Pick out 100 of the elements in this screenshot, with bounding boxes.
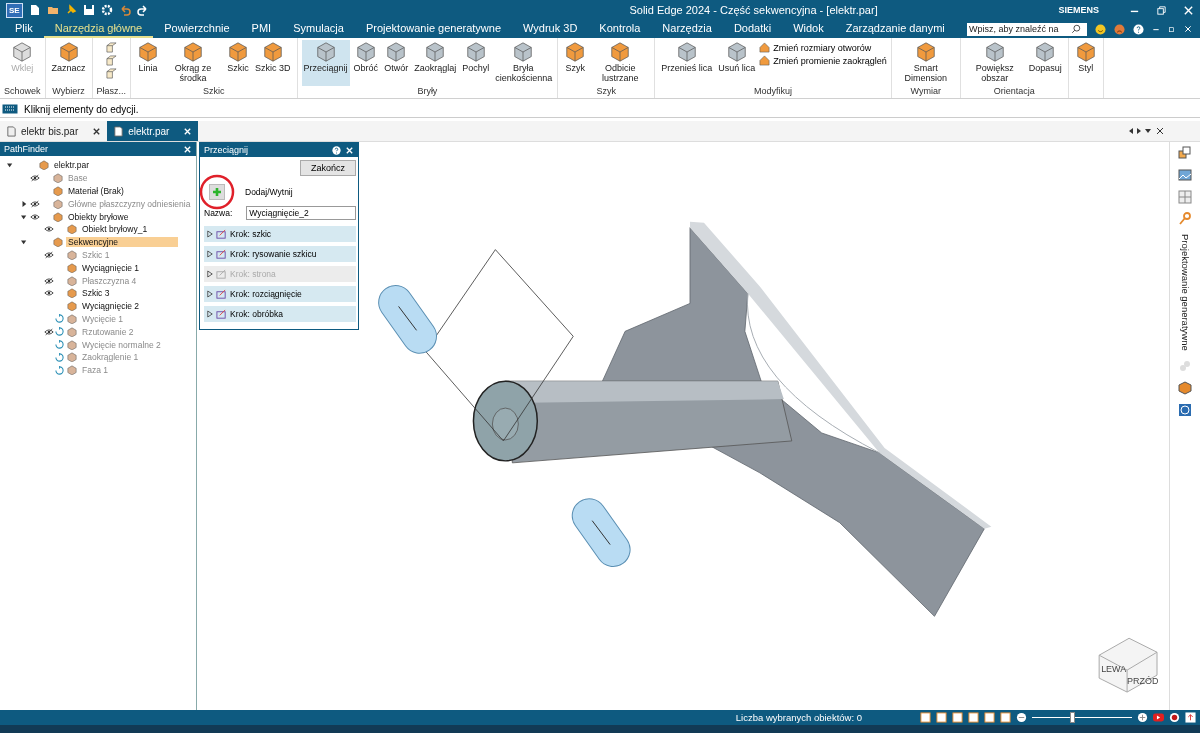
tree-item[interactable]: Szkic 1: [80, 249, 112, 260]
tree-item[interactable]: Główne płaszczyzny odniesienia: [66, 198, 193, 209]
ribbon-command[interactable]: Linia: [135, 40, 162, 86]
key-icon[interactable]: [1178, 212, 1192, 226]
ribbon-command[interactable]: Szkic: [225, 40, 252, 86]
undo-icon[interactable]: [118, 4, 131, 16]
tree-item[interactable]: Materiał (Brak): [66, 186, 126, 196]
expand-arrow-icon[interactable]: [20, 200, 27, 207]
ribbon-command[interactable]: Dopasuj: [1026, 40, 1064, 86]
expand-arrow-icon[interactable]: [6, 162, 13, 169]
record-icon[interactable]: [1169, 712, 1180, 723]
menu-tab[interactable]: Projektowanie generatywne: [354, 20, 513, 38]
ribbon-command[interactable]: Zaokrąglaj: [412, 40, 459, 86]
smiley-icon[interactable]: [1095, 23, 1106, 35]
search-field[interactable]: Wpisz, aby znaleźć na: [967, 22, 1087, 36]
ribbon-command[interactable]: Usuń lica: [716, 40, 758, 86]
view-tool-icon[interactable]: [936, 712, 947, 723]
gear-icon[interactable]: [100, 4, 113, 16]
keyboard-icon[interactable]: [2, 104, 18, 114]
tree-item[interactable]: Obiekt bryłowy_1: [80, 224, 150, 235]
step-row[interactable]: Krok: obróbka: [204, 306, 356, 322]
step-row[interactable]: Krok: szkic: [204, 226, 356, 242]
solid-part-drawing[interactable]: [472, 221, 992, 617]
layers-icon[interactable]: [1178, 146, 1192, 160]
menu-tab[interactable]: Zarządzanie danymi: [834, 20, 956, 38]
new-file-icon[interactable]: [28, 4, 41, 16]
help-icon[interactable]: [1133, 23, 1144, 35]
cube-icon[interactable]: [1178, 380, 1192, 395]
menu-tab[interactable]: Widok: [782, 20, 835, 38]
expand-arrow-icon[interactable]: [20, 213, 27, 220]
redo-icon[interactable]: [136, 4, 149, 16]
tree-item[interactable]: Płaszczyzna 4: [80, 275, 139, 286]
document-tab[interactable]: elektr bis.par: [0, 121, 108, 141]
eye-icon[interactable]: [29, 212, 40, 221]
ribbon-command[interactable]: Odbicie lustrzane: [590, 40, 651, 86]
upload-icon[interactable]: [1185, 712, 1196, 723]
ribbon-command[interactable]: Pochyl: [460, 40, 492, 86]
sketch-slot-profile[interactable]: [378, 285, 437, 354]
ribbon-command[interactable]: Okrąg ze środka: [163, 40, 224, 86]
tree-item[interactable]: Rzutowanie 2: [80, 326, 136, 337]
eye-icon[interactable]: [43, 289, 54, 298]
menu-tab[interactable]: Powierzchnie: [153, 20, 241, 38]
play-icon[interactable]: [1153, 712, 1164, 723]
save-icon[interactable]: [82, 4, 95, 16]
view-cube[interactable]: LEWA PRZÓD: [1098, 637, 1159, 693]
tree-item[interactable]: Wycięcie 1: [80, 313, 126, 324]
ribbon-command[interactable]: Bryła cienkościenna: [493, 40, 554, 86]
tree-item[interactable]: elektr.par: [52, 160, 91, 171]
expand-arrow-icon[interactable]: [20, 239, 27, 246]
plane-icon[interactable]: [105, 68, 117, 79]
restore-icon[interactable]: [1156, 4, 1167, 16]
menu-tab[interactable]: Symulacja: [282, 20, 355, 38]
view-tool-icon[interactable]: [920, 712, 931, 723]
ribbon-command[interactable]: Otwór: [382, 40, 411, 86]
tree-item[interactable]: Sekwencyjne: [66, 237, 179, 248]
finish-button[interactable]: Zakończ: [300, 160, 356, 176]
tree-item[interactable]: Faza 1: [80, 365, 110, 376]
view-tool-icon[interactable]: [984, 712, 995, 723]
restore-icon[interactable]: [1168, 25, 1176, 33]
ribbon-command[interactable]: Zaznacz: [49, 40, 88, 86]
step-row[interactable]: Krok: rysowanie szkicu: [204, 246, 356, 262]
plane-icon[interactable]: [105, 55, 117, 66]
name-field[interactable]: Wyciągnięcie_2: [246, 206, 357, 220]
menu-tab[interactable]: Wydruk 3D: [512, 20, 589, 38]
frown-icon[interactable]: [1114, 23, 1125, 35]
tree-item[interactable]: Wyciągnięcie 2: [80, 301, 142, 312]
zoom-out-icon[interactable]: [1016, 712, 1027, 723]
ribbon-command[interactable]: Przenieś lica: [659, 40, 715, 86]
help-icon[interactable]: [332, 145, 341, 155]
step-row[interactable]: Krok: rozciągnięcie: [204, 286, 356, 302]
plane-icon[interactable]: [105, 42, 117, 53]
menu-tab[interactable]: Kontrola: [588, 20, 652, 38]
ribbon-command[interactable]: Styl: [1072, 40, 1099, 98]
side-tab[interactable]: Projektowanie generatywne: [1179, 234, 1191, 351]
tree-item[interactable]: Zaokrąglenie 1: [80, 352, 141, 363]
ribbon-command[interactable]: Przeciągnij: [301, 40, 350, 86]
ribbon-small-command[interactable]: Zmień promienie zaokrągleń: [759, 55, 887, 66]
view-tool-icon[interactable]: [952, 712, 963, 723]
tree-item[interactable]: Wyciągnięcie 1: [80, 262, 142, 273]
tree-item[interactable]: Obiekty bryłowe: [66, 211, 131, 222]
crossed-eye-icon[interactable]: [43, 327, 54, 336]
tab-scroll-arrows-icon[interactable]: [1128, 127, 1164, 135]
zoom-in-icon[interactable]: [1137, 712, 1148, 723]
view-tool-icon[interactable]: [968, 712, 979, 723]
view-cube-face-label[interactable]: PRZÓD: [1127, 676, 1159, 687]
menu-tab[interactable]: Dodatki: [722, 20, 783, 38]
crossed-eye-icon[interactable]: [29, 174, 40, 183]
menu-tab[interactable]: PMI: [240, 20, 283, 38]
search-icon[interactable]: [1071, 24, 1081, 34]
tree-item[interactable]: Szkic 3: [80, 288, 112, 299]
globe-icon[interactable]: [1178, 402, 1192, 417]
view-cube-face-label[interactable]: LEWA: [1101, 664, 1127, 675]
crossed-eye-icon[interactable]: [43, 276, 54, 285]
ribbon-command[interactable]: Smart Dimension: [895, 40, 956, 86]
ribbon-command[interactable]: Obróć: [351, 40, 381, 86]
ribbon-command[interactable]: Szkic 3D: [253, 40, 293, 86]
menu-tab[interactable]: Plik: [4, 20, 44, 38]
menu-tab[interactable]: Narzędzia: [651, 20, 723, 38]
tree-item[interactable]: Wycięcie normalne 2: [80, 339, 163, 350]
landscape-icon[interactable]: [1178, 168, 1192, 182]
